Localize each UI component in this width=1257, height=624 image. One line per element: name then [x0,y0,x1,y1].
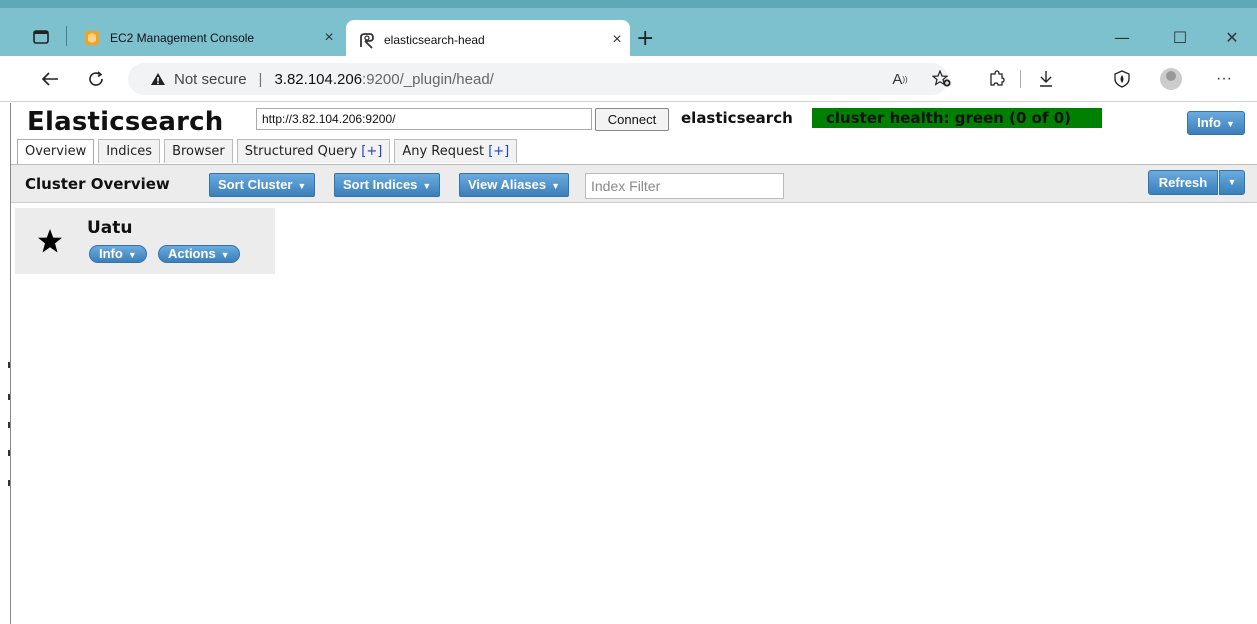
back-arrow-icon[interactable] [36,66,64,92]
download-icon[interactable] [1034,68,1058,90]
tab-label: Overview [25,144,87,159]
cluster-toolbar: Cluster Overview Sort Cluster ▼ Sort Indi… [11,165,1257,203]
info-label: Info [1197,115,1221,130]
chevron-down-icon: ▼ [1227,177,1237,187]
index-filter-input[interactable] [585,173,784,199]
sort-cluster-button[interactable]: Sort Cluster ▼ [209,173,316,197]
tab-indices[interactable]: Indices [98,139,161,163]
main-tabs: Overview Indices Browser Structured Quer… [17,139,521,165]
tab-bar: EC2 Management Console × elasticsearch-h… [0,0,1257,64]
chevron-down-icon: ▼ [551,180,560,191]
refresh-button[interactable]: Refresh [1148,170,1218,195]
maximize-button[interactable]: ☐ [1158,28,1202,47]
address-host: 3.82.104.206 [274,70,363,88]
node-actions-label: Actions [168,246,216,261]
toolbar-divider [1020,70,1021,88]
address-separator: | [258,70,263,88]
tab-structured-query[interactable]: Structured Query [+] [236,139,391,163]
more-menu-icon[interactable]: ··· [1212,68,1236,90]
new-tab-button[interactable]: + [636,28,654,50]
read-aloud-icon[interactable]: A)) [888,68,912,90]
close-window-button[interactable]: ✕ [1210,28,1254,47]
browser-essentials-icon[interactable] [1110,68,1134,90]
tab-title: EC2 Management Console [110,31,255,45]
info-menu-button[interactable]: Info ▼ [1187,111,1245,135]
add-favorite-icon[interactable] [930,68,954,90]
refresh-icon[interactable] [82,66,110,92]
chevron-down-icon: ▼ [220,249,230,260]
navigation-bar: Not secure | 3.82.104.206:9200/_plugin/h… [0,56,1257,102]
tab-label: Structured Query [244,144,362,159]
tab-plus: [+] [361,144,383,159]
tab-elasticsearch-head[interactable]: elasticsearch-head × [346,20,630,60]
profile-avatar[interactable] [1160,68,1182,90]
app-brand: Elasticsearch [27,107,224,137]
tab-title: elasticsearch-head [384,33,485,47]
extensions-icon[interactable] [984,68,1008,90]
tab-browser[interactable]: Browser [164,139,233,163]
app-header: Elasticsearch Connect elasticsearch clus… [11,103,1257,139]
sort-indices-button[interactable]: Sort Indices ▼ [334,173,441,197]
chevron-down-icon: ▼ [127,249,137,260]
close-icon[interactable]: × [316,29,342,47]
node-info-button[interactable]: Info ▼ [89,245,147,263]
chevron-down-icon: ▼ [422,180,432,191]
address-path: :9200/_plugin/head/ [362,70,494,88]
toolbar-title: Cluster Overview [25,175,170,193]
view-aliases-button[interactable]: View Aliases ▼ [459,173,569,197]
browser-window: EC2 Management Console × elasticsearch-h… [0,0,1257,624]
node-info-label: Info [99,246,123,261]
elasticsearch-head-icon [358,32,374,49]
tab-label: Indices [106,144,153,159]
aws-cube-icon [84,30,100,46]
elasticsearch-head-page: Elasticsearch Connect elasticsearch clus… [10,103,1257,624]
warning-icon [151,73,165,85]
cluster-name: elasticsearch [681,109,793,127]
minimize-button[interactable]: — [1100,28,1144,47]
node-name: Uatu [87,218,133,238]
close-icon[interactable]: × [604,31,630,49]
chevron-down-icon: ▼ [297,180,307,191]
tab-plus: [+] [488,144,510,159]
view-aliases-label: View Aliases [468,177,547,192]
cluster-node-card: Uatu Info ▼ Actions ▼ [15,208,275,274]
tab-label: Browser [172,144,225,159]
refresh-interval-dropdown[interactable]: ▼ [1219,170,1245,195]
not-secure-label: Not secure [174,70,247,88]
node-actions-button[interactable]: Actions ▼ [158,245,240,263]
cluster-url-input[interactable] [256,108,592,130]
cluster-health-status: cluster health: green (0 of 0) [812,108,1102,128]
master-star-icon [38,229,62,253]
sort-indices-label: Sort Indices [343,177,418,192]
connect-button[interactable]: Connect [595,108,669,131]
address-bar[interactable]: Not secure | 3.82.104.206:9200/_plugin/h… [128,63,948,95]
tab-divider [66,26,67,46]
tab-actions-icon[interactable] [28,24,54,50]
tab-label: Any Request [402,144,489,159]
tab-any-request[interactable]: Any Request [+] [394,139,518,163]
tab-overview[interactable]: Overview [17,139,95,165]
tab-ec2-console[interactable]: EC2 Management Console × [72,20,342,56]
chevron-down-icon: ▼ [1225,118,1235,129]
sort-cluster-label: Sort Cluster [218,177,293,192]
